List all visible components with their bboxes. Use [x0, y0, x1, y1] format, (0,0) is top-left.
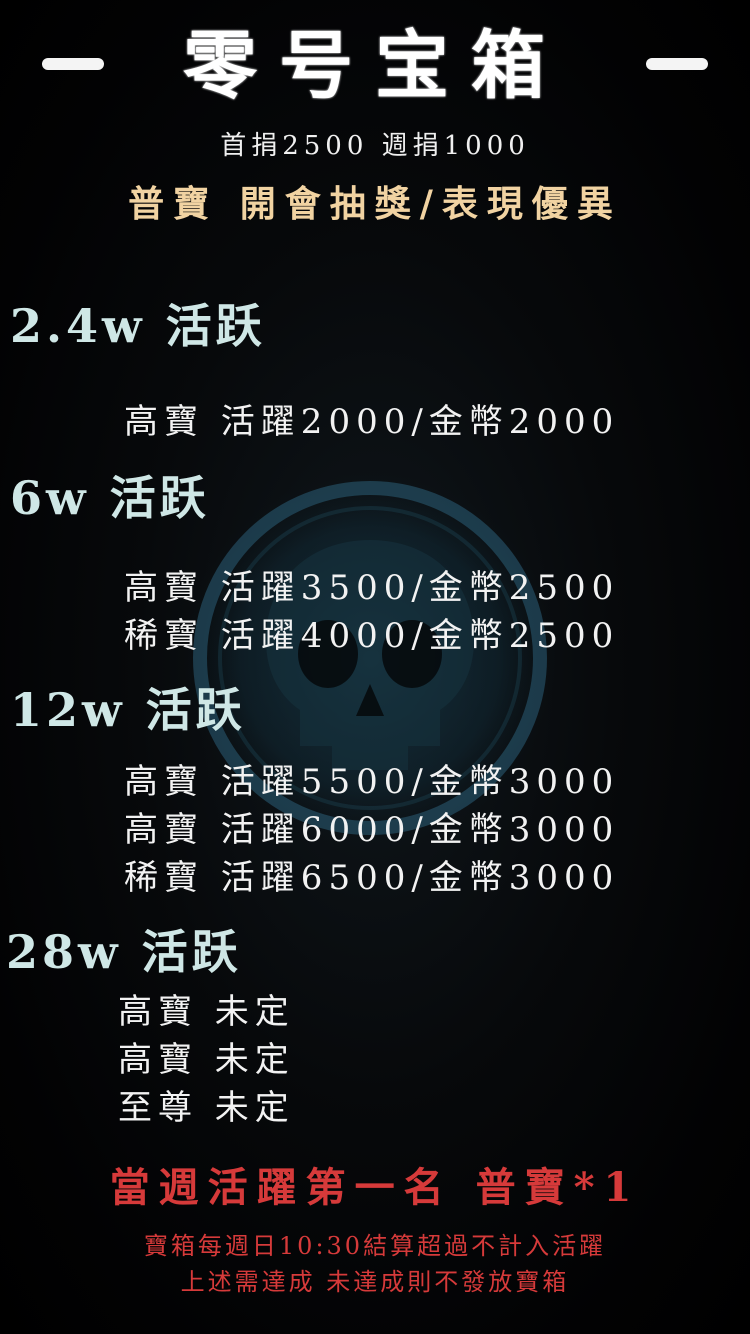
tier-3-reward-2: 高寶 活躍6000/金幣3000 — [124, 810, 620, 850]
tier-4-reward-1: 高寶 未定 — [118, 992, 295, 1032]
right-dash-decoration — [646, 58, 708, 70]
header: 零号宝箱 首捐2500 週捐1000 普寶 開會抽獎/表現優異 — [0, 0, 750, 240]
settlement-note: 寶箱每週日10:30結算超過不計入活躍 — [143, 1232, 607, 1260]
tier-3-reward-3: 稀寶 活躍6500/金幣3000 — [124, 858, 620, 898]
tier-3-reward-1: 高寶 活躍5500/金幣3000 — [124, 762, 620, 802]
tier-title-3: 12w 活跃 — [10, 683, 246, 737]
page-title: 零号宝箱 — [183, 23, 567, 109]
tier-title-4: 28w 活跃 — [6, 925, 242, 979]
donation-subtitle: 首捐2500 週捐1000 — [220, 131, 530, 161]
tier-4-reward-2: 高寶 未定 — [118, 1040, 295, 1080]
requirement-note: 上述需達成 未達成則不發放寶箱 — [180, 1268, 570, 1296]
tagline: 普寶 開會抽獎/表現優異 — [128, 183, 622, 225]
tier-4-reward-3: 至尊 未定 — [118, 1088, 295, 1128]
left-dash-decoration — [42, 58, 104, 70]
tier-title-1: 2.4w 活跃 — [10, 299, 266, 353]
weekly-top-reward: 當週活躍第一名 普寶*1 — [109, 1164, 641, 1211]
tier-2-reward-1: 高寶 活躍3500/金幣2500 — [124, 568, 620, 608]
tier-1-reward-1: 高寶 活躍2000/金幣2000 — [124, 402, 620, 442]
tier-2-reward-2: 稀寶 活躍4000/金幣2500 — [124, 616, 620, 656]
tier-title-2: 6w 活跃 — [10, 471, 210, 525]
